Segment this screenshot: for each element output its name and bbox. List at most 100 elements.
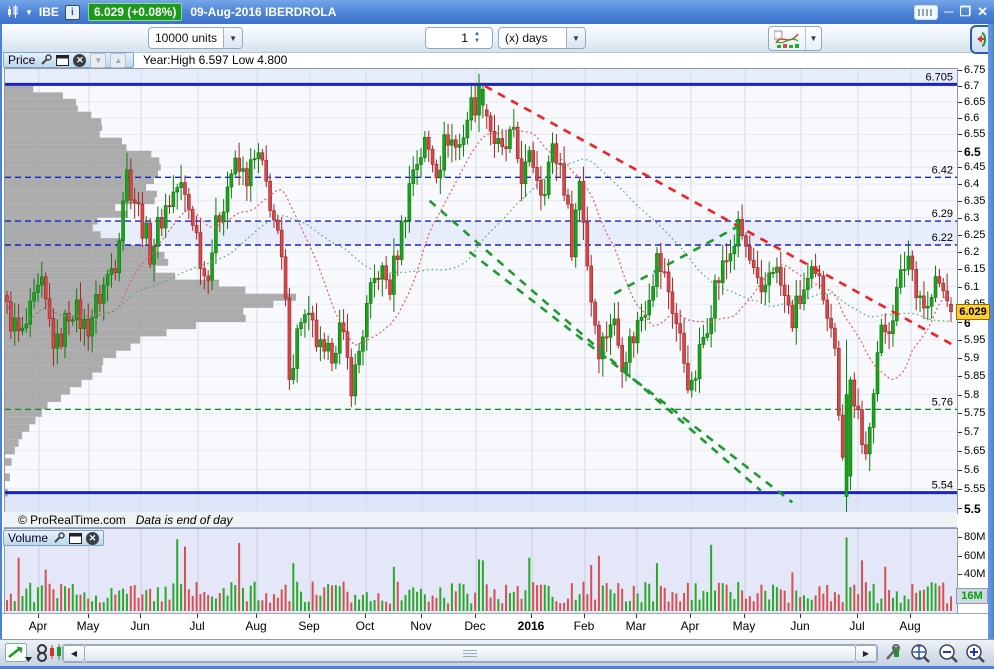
- new-window-icon[interactable]: [56, 54, 70, 67]
- time-scrollbar[interactable]: ◀ ▶: [62, 644, 878, 663]
- x-tick-label: Sep: [298, 619, 320, 633]
- y-tick-mark: [958, 395, 962, 396]
- data-delay-note: Data is end of day: [135, 512, 233, 527]
- svg-text:6.22: 6.22: [932, 232, 953, 244]
- x-tick-label: Apr: [28, 619, 48, 633]
- svg-text:6.29: 6.29: [932, 208, 953, 220]
- y-tick-label: 6.55: [964, 128, 986, 140]
- y-tick-label: 5.65: [964, 445, 986, 457]
- volume-panel-label: Volume: [8, 531, 49, 545]
- wrench-icon[interactable]: [52, 532, 65, 545]
- period-unit-dropdown[interactable]: (x) days ▼: [498, 27, 586, 49]
- price-panel-label: Price: [8, 53, 36, 67]
- time-axis[interactable]: Apr May Jun Jul Aug Sep Oct Nov Dec 2016 Feb Mar Apr…: [0, 613, 988, 640]
- wrench-icon[interactable]: [39, 54, 52, 67]
- keyboard-icon[interactable]: [914, 4, 939, 20]
- price-change-badge: 6.029 (+0.08%): [87, 3, 183, 21]
- y-tick-label: 6.3: [964, 212, 980, 224]
- x-tick-mark: [197, 614, 198, 618]
- units-dropdown[interactable]: 10000 units ▼: [148, 27, 244, 49]
- link-charts-icon[interactable]: [36, 643, 48, 664]
- x-tick-label: Mar: [625, 619, 647, 633]
- x-tick-label: Nov: [410, 619, 432, 633]
- x-tick-mark: [636, 614, 637, 618]
- x-tick-label: Aug: [245, 619, 267, 633]
- x-tick-label: Apr: [680, 619, 700, 633]
- price-axis[interactable]: 6.75 6.7 6.65 6.6 6.55 6.5 6.45 6.4 6.35 6.3 6.25 6…: [958, 64, 986, 516]
- y-tick-label: 6.45: [964, 161, 986, 173]
- chevron-down-icon[interactable]: ▼: [566, 28, 585, 48]
- x-tick-mark: [690, 614, 691, 618]
- zoom-in-button[interactable]: [963, 643, 987, 665]
- svg-text:5.54: 5.54: [932, 480, 953, 492]
- y-tick-label: 5.75: [964, 407, 986, 419]
- y-tick-label: 6.7: [964, 80, 980, 92]
- chevron-down-icon[interactable]: ▼: [805, 27, 821, 50]
- y-tick-mark: [958, 470, 962, 471]
- close-panel-icon[interactable]: ✕: [86, 531, 99, 545]
- proreal-time-window: ▼ IBE i 6.029 (+0.08%) 09-Aug-2016 IBERD…: [0, 0, 994, 669]
- candlestick-chart-icon[interactable]: [6, 5, 22, 19]
- close-button[interactable]: ✕: [977, 3, 988, 21]
- y-tick-mark: [958, 508, 962, 509]
- minimize-button[interactable]: ─: [944, 3, 953, 21]
- volume-chart-plot[interactable]: [4, 528, 958, 614]
- stepper-arrows-icon[interactable]: ▲ ▼: [470, 31, 486, 45]
- y-tick-mark: [958, 269, 962, 270]
- move-panel-up-icon[interactable]: ▲: [110, 52, 127, 68]
- info-icon[interactable]: i: [64, 4, 80, 20]
- y-tick-mark: [958, 118, 962, 119]
- y-tick-label: 6.15: [964, 263, 986, 275]
- scroll-right-arrow[interactable]: ▶: [855, 645, 877, 662]
- svg-text:5.76: 5.76: [932, 396, 953, 408]
- y-tick-label: 6.65: [964, 96, 986, 108]
- period-count-input[interactable]: [426, 30, 470, 46]
- window-border-right: [988, 24, 994, 639]
- y-tick-label: 6.4: [964, 178, 980, 190]
- y-tick-mark: [958, 218, 962, 219]
- x-tick-label: May: [732, 619, 756, 633]
- year-high-low-summary: Year:High 6.597 Low 4.800: [143, 53, 288, 67]
- y-tick-label: 6.5: [964, 145, 981, 159]
- y-tick-mark: [958, 70, 962, 71]
- maximize-button[interactable]: ❒: [959, 3, 971, 21]
- period-count-stepper[interactable]: ▲▼: [425, 27, 493, 49]
- symbol-dropdown-arrow-icon[interactable]: ▼: [25, 8, 33, 17]
- status-bar: ◀ ▶: [0, 639, 994, 667]
- price-chart-plot[interactable]: 6.705 6.42 6.29 6.22 5.76 5.54: [4, 68, 958, 514]
- y-tick-mark: [958, 451, 962, 452]
- y-tick-label: 5.6: [964, 464, 980, 476]
- chart-settings-button[interactable]: [884, 643, 904, 664]
- y-tick-mark: [958, 86, 962, 87]
- drawing-tools-button[interactable]: [5, 643, 33, 664]
- y-tick-label: 5.9: [964, 352, 980, 364]
- scroll-left-arrow[interactable]: ◀: [63, 645, 85, 662]
- y-tick-mark: [958, 102, 962, 103]
- chevron-down-icon[interactable]: ▼: [223, 28, 243, 48]
- symbol-label: IBE: [38, 5, 59, 19]
- title-bar: ▼ IBE i 6.029 (+0.08%) 09-Aug-2016 IBERD…: [0, 0, 994, 25]
- new-window-icon[interactable]: [69, 532, 83, 545]
- y-tick-mark: [958, 376, 962, 377]
- y-tick-label: 6.6: [964, 112, 980, 124]
- y-tick-mark: [958, 134, 962, 135]
- move-panel-down-icon[interactable]: ▼: [90, 52, 107, 68]
- y-tick-mark: [958, 151, 962, 152]
- y-tick-mark: [958, 287, 962, 288]
- x-tick-mark: [744, 614, 745, 618]
- y-tick-label: 6.25: [964, 229, 986, 241]
- close-panel-icon[interactable]: ✕: [73, 53, 87, 67]
- scrollbar-thumb[interactable]: [84, 645, 856, 662]
- y-tick-label: 6.35: [964, 195, 986, 207]
- y-tick-label: 5.5: [964, 502, 981, 516]
- volume-panel-header: Volume ✕: [3, 530, 104, 546]
- indicator-icon: [769, 29, 805, 48]
- svg-text:6.42: 6.42: [932, 164, 953, 176]
- add-indicator-button[interactable]: ▼: [768, 26, 822, 51]
- zoom-out-button[interactable]: [936, 643, 960, 665]
- y-tick-mark: [958, 184, 962, 185]
- window-border-left: [0, 24, 2, 639]
- zoom-selection-button[interactable]: [908, 643, 932, 665]
- svg-text:6.705: 6.705: [925, 71, 953, 83]
- volume-tick-mark: [958, 556, 962, 557]
